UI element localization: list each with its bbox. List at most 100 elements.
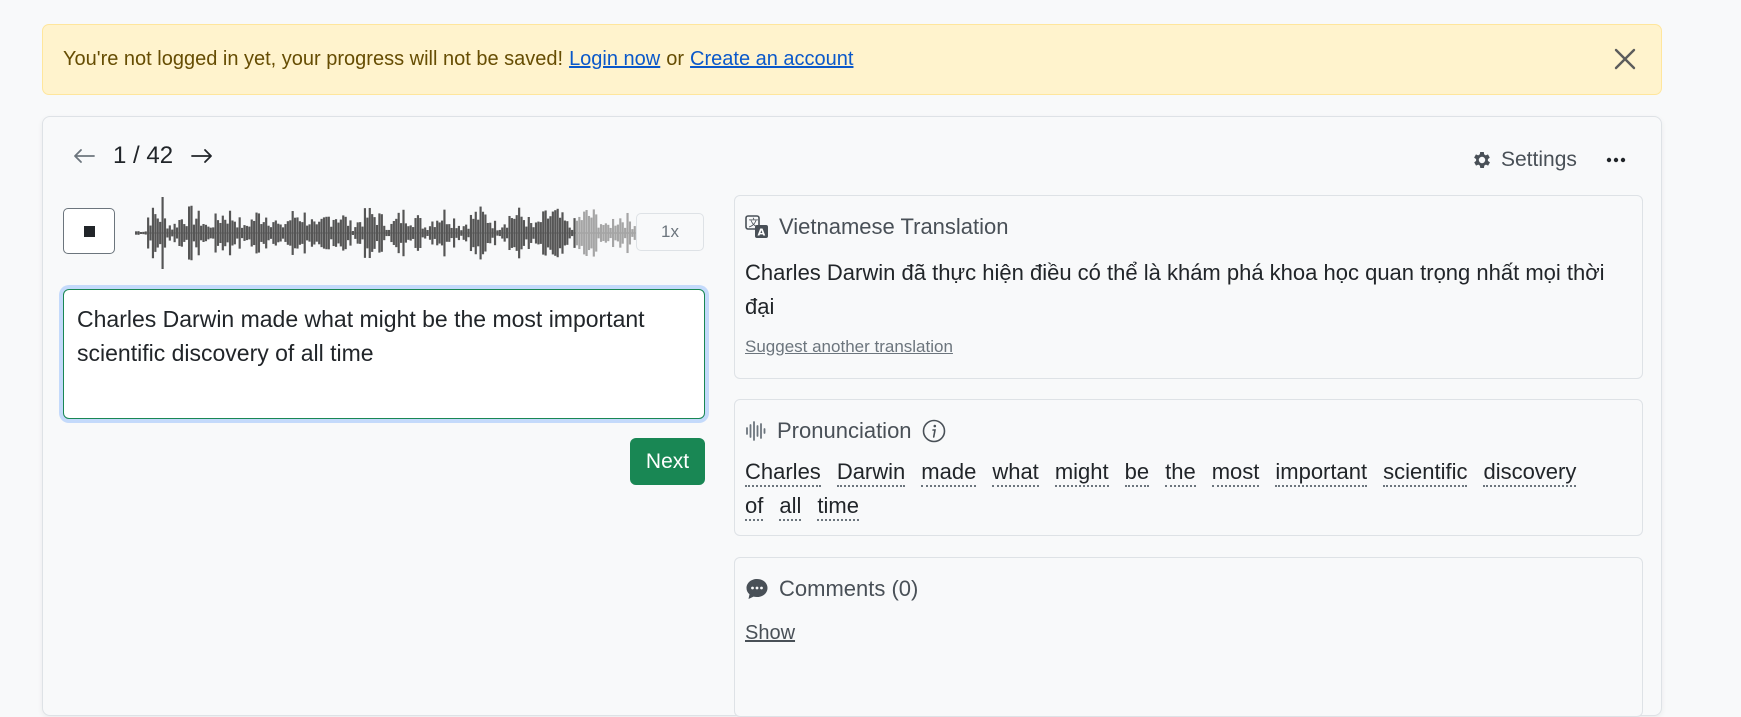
waveform-bar — [501, 227, 504, 239]
waveform-bar — [467, 228, 470, 238]
waveform-bar — [166, 228, 169, 238]
waveform-bar — [624, 227, 627, 239]
waveform-bar — [465, 224, 468, 242]
waveform-bar — [489, 222, 492, 244]
stop-button[interactable] — [63, 208, 115, 254]
waveform-bar — [469, 214, 473, 252]
waveform-bar — [445, 224, 448, 242]
pronunciation-word[interactable]: time — [817, 493, 859, 521]
waveform-bar — [144, 231, 147, 235]
waveform-bar — [448, 224, 451, 242]
waveform-bar — [366, 217, 369, 249]
pronunciation-title: Pronunciation — [777, 418, 912, 443]
waveform-bar — [563, 220, 566, 246]
show-comments-link[interactable]: Show — [745, 622, 795, 645]
waveform-bar — [286, 221, 289, 245]
waveform-bar — [262, 222, 265, 244]
waveform-bar — [301, 222, 304, 244]
waveform-bar — [175, 227, 179, 239]
waveform-bar — [342, 215, 345, 251]
waveform-bar — [178, 220, 181, 246]
waveform-bar — [173, 223, 176, 243]
settings-button[interactable]: Settings — [1471, 145, 1577, 175]
waveform-bar — [421, 228, 424, 238]
waveform-bar — [351, 231, 354, 235]
pronunciation-info-button[interactable] — [922, 419, 956, 443]
waveform-bar — [561, 212, 564, 254]
waveform-bar — [219, 222, 222, 244]
waveform-bar — [419, 218, 422, 248]
waveform-bar — [159, 221, 162, 245]
pronunciation-word[interactable]: Darwin — [836, 459, 906, 487]
waveform-bar — [265, 217, 268, 249]
waveform-bar — [151, 207, 155, 259]
waveform-bar — [163, 218, 167, 248]
svg-text:A: A — [758, 228, 766, 239]
chat-bubble-icon — [746, 579, 768, 599]
waveform-bar — [308, 224, 311, 242]
waveform-bar — [183, 224, 186, 242]
waveform-bar — [339, 219, 342, 247]
pronunciation-word[interactable]: what — [992, 459, 1039, 487]
pronunciation-word[interactable]: discovery — [1483, 459, 1577, 487]
pronunciation-word[interactable]: might — [1054, 459, 1109, 487]
waveform-bar — [238, 217, 241, 249]
waveform-bar — [402, 209, 405, 257]
prev-button[interactable] — [67, 139, 101, 173]
waveform-bar — [477, 219, 480, 247]
translate-icon: 文 A — [745, 215, 768, 239]
audio-waveform[interactable] — [135, 193, 665, 273]
pronunciation-word[interactable]: made — [921, 459, 977, 487]
answer-input[interactable]: Charles Darwin made what might be the mo… — [63, 289, 705, 419]
pronunciation-word[interactable]: all — [779, 493, 802, 521]
waveform-bar — [481, 211, 485, 255]
waveform-bar — [527, 217, 530, 249]
next-button[interactable]: Next — [630, 438, 705, 485]
waveform-bar — [578, 216, 581, 250]
next-page-button[interactable] — [185, 139, 219, 173]
waveform-bar — [532, 227, 535, 239]
waveform-bar — [289, 220, 292, 246]
pronunciation-word[interactable]: be — [1124, 459, 1150, 487]
pronunciation-word[interactable]: scientific — [1383, 459, 1468, 487]
pronunciation-word[interactable]: the — [1165, 459, 1196, 487]
translation-panel: 文 A Vietnamese Translation Charles Darwi… — [734, 195, 1643, 379]
translation-header: 文 A Vietnamese Translation — [745, 212, 1632, 242]
pronunciation-word[interactable]: most — [1211, 459, 1260, 487]
waveform-bar — [371, 214, 374, 252]
waveform-bar — [460, 230, 463, 236]
waveform-bar — [373, 217, 376, 249]
waveform-bar — [154, 214, 157, 252]
waveform-bar — [180, 219, 183, 247]
waveform-bar — [604, 223, 607, 243]
pronunciation-word[interactable]: Charles — [745, 459, 821, 487]
waveform-bar — [296, 217, 299, 249]
waveform-bar — [347, 225, 350, 241]
info-icon — [922, 419, 945, 443]
waveform-bar — [209, 227, 212, 239]
waveform-bar — [414, 218, 417, 248]
waveform-bar — [204, 224, 208, 242]
waveform-bar — [233, 221, 236, 245]
waveform-bar — [383, 225, 386, 241]
waveform-bar — [583, 211, 586, 255]
close-alert-button[interactable] — [1609, 43, 1641, 75]
waveform-bar — [185, 226, 188, 240]
waveform-bar — [597, 227, 600, 239]
close-icon — [1614, 48, 1636, 70]
waveform-bar — [559, 217, 562, 249]
waveform-bar — [412, 227, 415, 239]
suggest-translation-link[interactable]: Suggest another translation — [745, 337, 953, 357]
comments-panel: Comments (0) Show — [734, 557, 1643, 717]
waveform-bar — [212, 227, 215, 239]
waveform-bar — [515, 215, 518, 251]
login-alert: You're not logged in yet, your progress … — [42, 24, 1662, 95]
create-account-link[interactable]: Create an account — [690, 48, 853, 71]
pronunciation-word[interactable]: important — [1275, 459, 1368, 487]
waveform-bar — [279, 224, 282, 242]
login-link[interactable]: Login now — [569, 48, 660, 71]
more-options-button[interactable] — [1601, 145, 1631, 175]
pronunciation-word[interactable]: of — [745, 493, 764, 521]
playback-speed-button[interactable]: 1x — [636, 213, 704, 251]
exercise-card: 1 / 42 Settings 1x Charles Darwin made w… — [42, 116, 1662, 717]
